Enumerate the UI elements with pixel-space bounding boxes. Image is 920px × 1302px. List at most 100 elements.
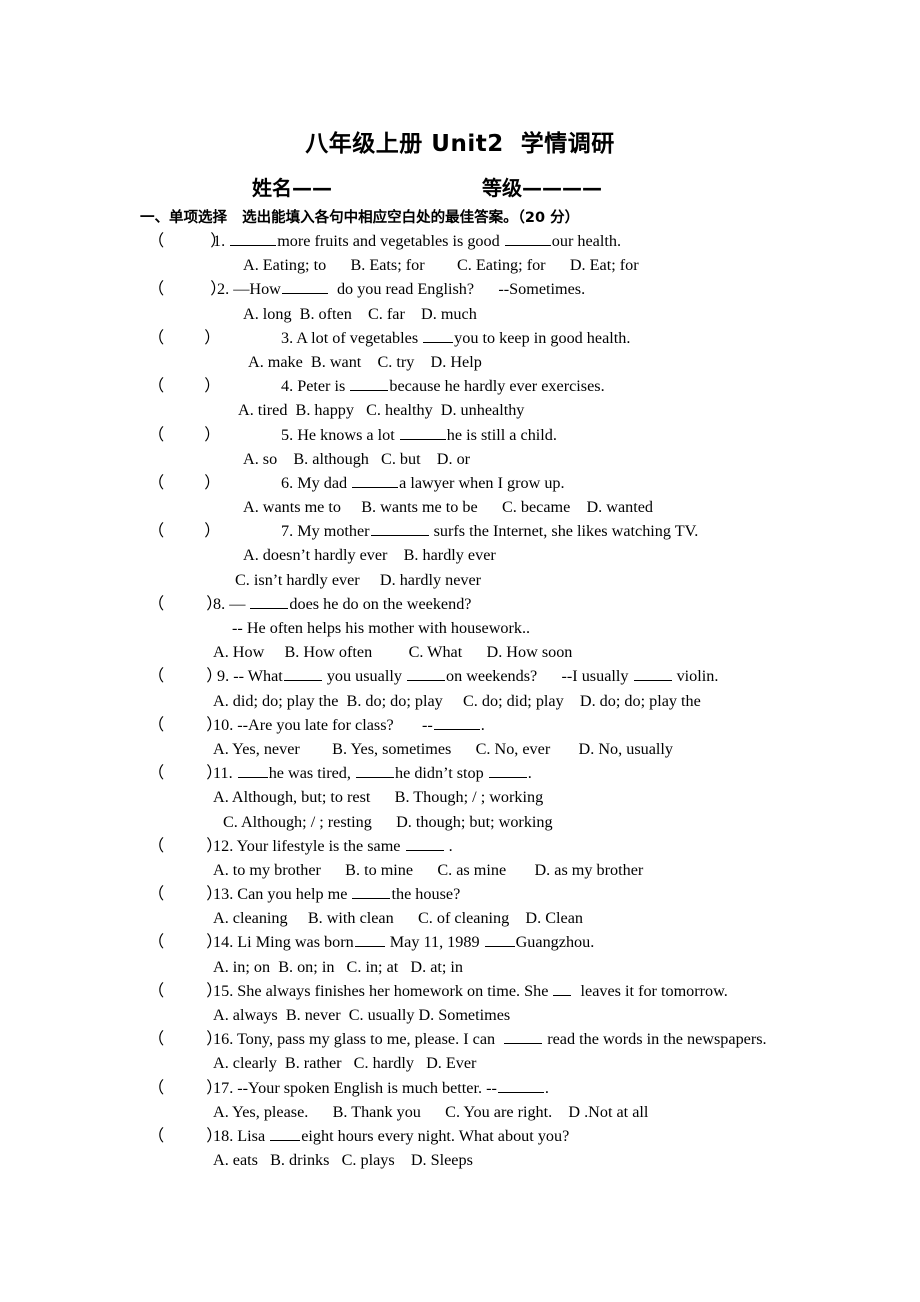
fill-in-blank[interactable] <box>352 474 399 488</box>
answer-bracket[interactable]: （） <box>148 519 220 543</box>
answer-bracket[interactable]: （） <box>148 471 220 495</box>
bracket-open: （ <box>148 328 165 347</box>
option-choices[interactable]: A. so B. although C. but D. or <box>243 447 470 471</box>
bracket-open: （ <box>148 981 165 1000</box>
question-stem: 6. My dad a lawyer when I grow up. <box>281 471 565 495</box>
fill-in-blank[interactable] <box>504 232 551 246</box>
option-choices[interactable]: A. in; on B. on; in C. in; at D. at; in <box>213 955 463 979</box>
answer-bracket[interactable]: （） <box>148 326 220 350</box>
answer-bracket[interactable]: （） <box>148 930 222 954</box>
stem-text: 14. Li Ming was born <box>213 933 354 952</box>
option-choices[interactable]: A. Eating; to B. Eats; for C. Eating; fo… <box>243 253 639 277</box>
stem-text: do you read English? --Sometimes. <box>328 280 586 299</box>
fill-in-blank[interactable] <box>633 667 672 682</box>
option-choices[interactable]: A. to my brother B. to mine C. as mine D… <box>213 858 643 882</box>
answer-bracket[interactable]: （） <box>148 374 220 398</box>
question-options-line: A. eats B. drinks C. plays D. Sleeps <box>0 1148 920 1172</box>
answer-bracket[interactable]: （） <box>148 1076 222 1100</box>
fill-in-blank[interactable] <box>399 425 446 440</box>
question-options-line: A. make B. want C. try D. Help <box>0 350 920 374</box>
option-choices[interactable]: C. isn’t hardly ever D. hardly never <box>235 568 481 592</box>
question-stem-line: （） 12. Your lifestyle is the same . <box>0 834 920 858</box>
option-choices[interactable]: A. doesn’t hardly ever B. hardly ever <box>243 543 496 567</box>
answer-bracket[interactable]: （） <box>148 713 222 737</box>
fill-in-blank[interactable] <box>230 232 277 246</box>
stem-text: . <box>544 1078 549 1097</box>
option-choices[interactable]: A. always B. never C. usually D. Sometim… <box>213 1003 510 1027</box>
question-options-line: A. so B. although C. but D. or <box>0 447 920 471</box>
stem-text: the house? <box>391 885 461 904</box>
fill-in-blank[interactable] <box>433 715 480 730</box>
fill-in-blank[interactable] <box>488 764 527 779</box>
fill-in-blank[interactable] <box>250 595 289 609</box>
question-options-line: A. wants me to B. wants me to be C. beca… <box>0 495 920 519</box>
fill-in-blank[interactable] <box>504 1030 543 1045</box>
question-stem: 5. He knows a lot he is still a child. <box>281 423 557 447</box>
question-stem-line: （） 17. --Your spoken English is much bett… <box>0 1076 920 1100</box>
fill-in-blank[interactable] <box>356 764 394 779</box>
option-choices[interactable]: A. Yes, never B. Yes, sometimes C. No, e… <box>213 737 673 761</box>
bracket-open: （ <box>148 836 165 855</box>
stem-text: 11. <box>213 764 237 783</box>
fill-in-blank[interactable] <box>405 836 444 851</box>
fill-in-blank[interactable] <box>350 377 389 392</box>
option-choices[interactable]: A. How B. How often C. What D. How soon <box>213 640 572 664</box>
question-options-line: A. clearly B. rather C. hardly D. Ever <box>0 1051 920 1075</box>
answer-bracket[interactable]: （） <box>148 664 222 688</box>
fill-in-blank[interactable] <box>270 1127 301 1141</box>
stem-text: . <box>444 836 453 855</box>
stem-text: 9. -- What <box>217 667 283 686</box>
fill-in-blank[interactable] <box>237 764 268 779</box>
question-options-line: C. Although; / ; resting D. though; but;… <box>0 810 920 834</box>
option-choices[interactable]: A. Although, but; to rest B. Though; / ;… <box>213 785 543 809</box>
stem-text: 12. Your lifestyle is the same <box>213 836 405 855</box>
stem-text: 6. My dad <box>281 473 352 492</box>
option-choices[interactable]: A. make B. want C. try D. Help <box>248 350 482 374</box>
answer-bracket[interactable]: （） <box>148 277 226 301</box>
fill-in-blank[interactable] <box>553 982 572 996</box>
question-stem: 9. -- What you usually on weekends? --I … <box>217 664 718 688</box>
option-choices[interactable]: C. Although; / ; resting D. though; but;… <box>223 810 553 834</box>
question-stem: 8. — does he do on the weekend? <box>213 592 471 616</box>
answer-bracket[interactable]: （） <box>148 592 222 616</box>
fill-in-blank[interactable] <box>370 522 429 537</box>
answer-bracket[interactable]: （） <box>148 423 220 447</box>
question-stem: 11. he was tired, he didn’t stop . <box>213 761 532 785</box>
fill-in-blank[interactable] <box>484 933 515 948</box>
stem-text: 16. Tony, pass my glass to me, please. I… <box>213 1030 504 1049</box>
fill-in-blank[interactable] <box>281 280 328 295</box>
option-choices[interactable]: A. clearly B. rather C. hardly D. Ever <box>213 1051 476 1075</box>
bracket-open: （ <box>148 667 165 686</box>
option-choices[interactable]: A. wants me to B. wants me to be C. beca… <box>243 495 653 519</box>
stem-text: . <box>527 764 532 783</box>
fill-in-blank[interactable] <box>283 667 322 682</box>
fill-in-blank[interactable] <box>354 933 385 948</box>
option-choices[interactable]: A. cleaning B. with clean C. of cleaning… <box>213 906 583 930</box>
question-options-line: A. Yes, please. B. Thank you C. You are … <box>0 1100 920 1124</box>
fill-in-blank[interactable] <box>406 667 445 682</box>
stem-text: 17. --Your spoken English is much better… <box>213 1078 497 1097</box>
fill-in-blank[interactable] <box>352 885 391 900</box>
answer-bracket[interactable]: （） <box>148 761 222 785</box>
option-choices[interactable]: A. eats B. drinks C. plays D. Sleeps <box>213 1148 473 1172</box>
name-field-label: 姓名—— <box>252 176 332 200</box>
stem-text: 5. He knows a lot <box>281 425 399 444</box>
question-options-line: A. tired B. happy C. healthy D. unhealth… <box>0 398 920 422</box>
option-choices[interactable]: A. long B. often C. far D. much <box>243 302 477 326</box>
option-choices[interactable]: A. did; do; play the B. do; do; play C. … <box>213 689 701 713</box>
question-stem: 17. --Your spoken English is much better… <box>213 1076 549 1100</box>
fill-in-blank[interactable] <box>423 328 454 343</box>
answer-bracket[interactable]: （） <box>148 979 222 1003</box>
fill-in-blank[interactable] <box>497 1078 544 1093</box>
answer-bracket[interactable]: （） <box>148 1124 222 1148</box>
option-choices[interactable]: A. tired B. happy C. healthy D. unhealth… <box>238 398 524 422</box>
answer-bracket[interactable]: （） <box>148 1027 222 1051</box>
bracket-close: ） <box>204 473 221 492</box>
answer-bracket[interactable]: （） <box>148 834 222 858</box>
bracket-close: ） <box>204 522 221 541</box>
answer-bracket[interactable]: （） <box>148 882 222 906</box>
bracket-close: ） <box>204 377 221 396</box>
option-choices[interactable]: A. Yes, please. B. Thank you C. You are … <box>213 1100 648 1124</box>
stem-text: he didn’t stop <box>395 764 488 783</box>
question-stem-line: （） 16. Tony, pass my glass to me, please.… <box>0 1027 920 1051</box>
